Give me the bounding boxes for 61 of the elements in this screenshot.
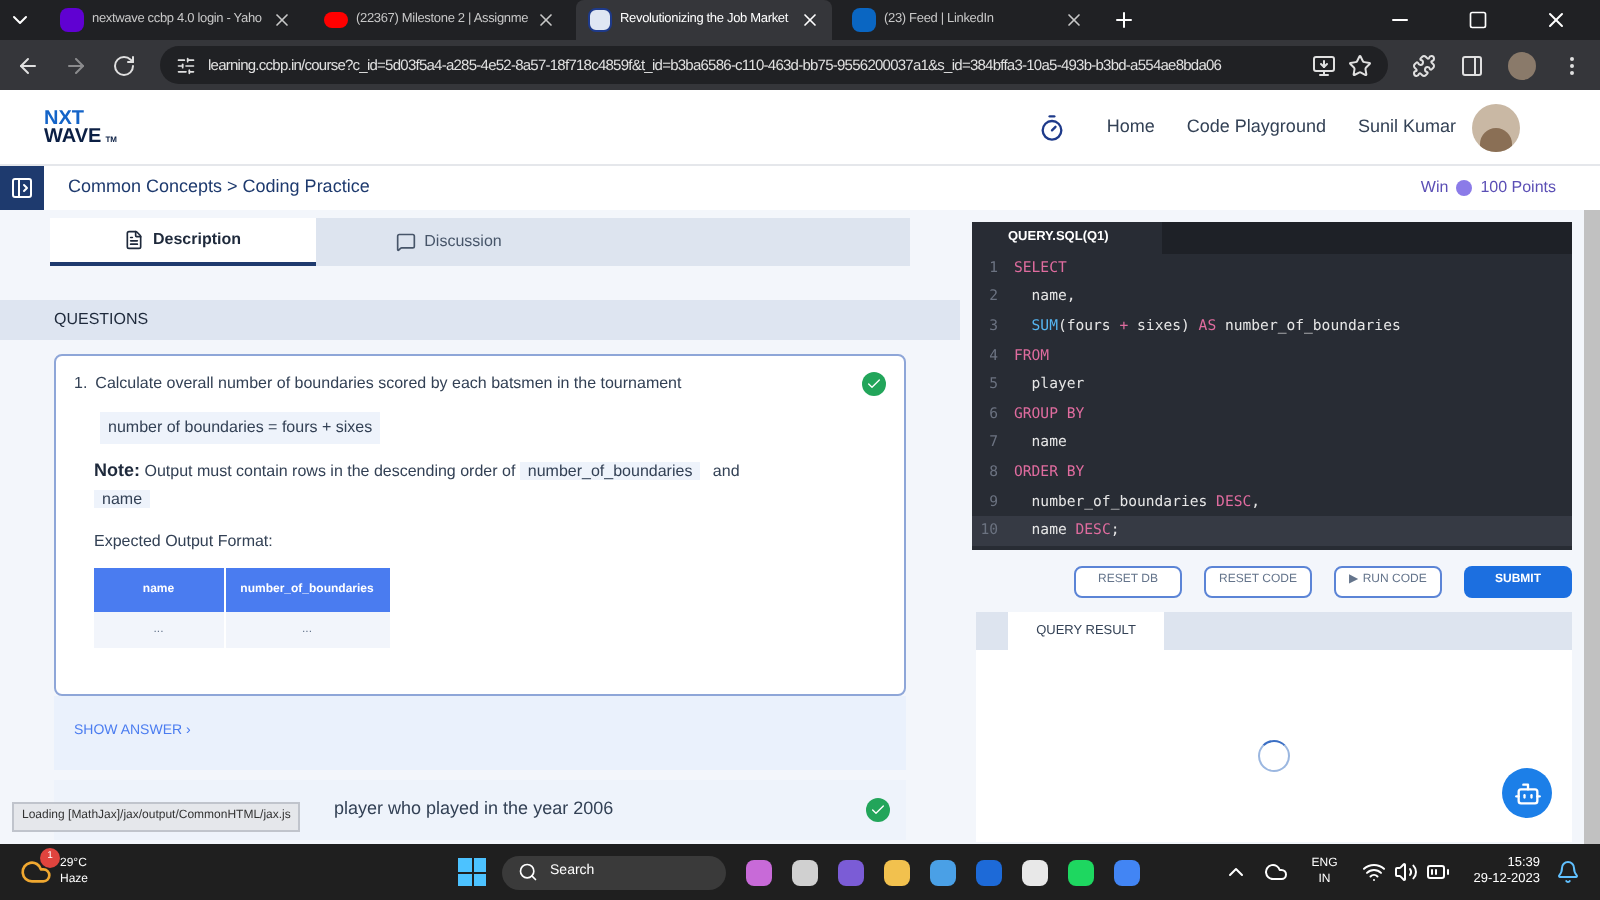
sidebar-toggle-button[interactable] [0, 166, 44, 210]
page-icon [588, 8, 612, 32]
inline-code: number_of_boundaries [519, 462, 701, 480]
app-icon[interactable] [1068, 859, 1095, 885]
profile-avatar[interactable] [1508, 51, 1536, 79]
formula-code: number of boundaries = fours + sixes [100, 412, 381, 444]
side-panel-icon[interactable] [1460, 53, 1484, 77]
cloud-icon[interactable] [1263, 860, 1288, 884]
coin-icon [1456, 180, 1473, 196]
reload-icon[interactable] [112, 53, 136, 77]
nav-link[interactable]: Home [1106, 113, 1155, 141]
chatbot-button[interactable] [1502, 768, 1552, 818]
extensions-icon[interactable] [1412, 53, 1436, 77]
nav-link[interactable]: Code Playground [1186, 113, 1326, 141]
close-icon[interactable] [536, 10, 557, 30]
youtube-icon [324, 12, 348, 28]
win-label: Win [1420, 176, 1449, 200]
battery-icon[interactable] [1425, 860, 1450, 884]
document-icon [124, 230, 145, 250]
notification-bell-icon[interactable] [1556, 860, 1580, 884]
search-icon [518, 862, 539, 882]
inline-code: name [94, 490, 151, 508]
timer-icon[interactable] [1038, 113, 1067, 141]
question-text: Calculate overall number of boundaries scored by each batsmen in the tournament [95, 372, 684, 396]
site-settings-icon[interactable] [176, 55, 196, 75]
app-icon[interactable] [884, 859, 911, 885]
tab[interactable]: Discussion [316, 218, 582, 266]
chat-icon [396, 232, 417, 252]
weather-icon [20, 856, 52, 888]
robot-icon [1513, 779, 1541, 807]
format-label: Expected Output Format: [94, 530, 275, 554]
close-icon[interactable] [1064, 10, 1084, 30]
volume-icon[interactable] [1393, 860, 1418, 884]
note-and: and [712, 462, 740, 480]
close-icon[interactable] [272, 10, 292, 30]
close-icon[interactable] [1544, 8, 1568, 32]
points-value: 100 Points [1480, 176, 1556, 200]
linkedin-icon [852, 8, 876, 32]
install-icon[interactable] [1312, 53, 1336, 77]
breadcrumb: Common Concepts > Coding Practice [68, 174, 370, 201]
maximize-icon[interactable] [1468, 10, 1488, 30]
sidebar-icon [10, 176, 34, 200]
note-text: Output must contain rows in the descending order of [144, 462, 516, 480]
question-text: player who played in the year 2006 [334, 796, 616, 823]
loading-spinner [1258, 740, 1290, 772]
question-number: 1. [74, 372, 88, 396]
back-icon[interactable] [16, 53, 40, 77]
new-tab-icon[interactable] [1112, 8, 1136, 32]
scrollbar[interactable] [1584, 210, 1600, 844]
tab[interactable]: Description [50, 218, 316, 266]
close-icon[interactable] [800, 10, 820, 30]
user-name[interactable]: Sunil Kumar [1357, 113, 1456, 141]
start-icon[interactable] [458, 858, 487, 886]
yahoo-icon [60, 8, 84, 32]
section-header: QUESTIONS [0, 300, 960, 340]
app-icon[interactable] [792, 859, 819, 885]
user-avatar[interactable] [1472, 103, 1520, 151]
app-icon[interactable] [1022, 859, 1049, 885]
note-label: Note: [94, 460, 140, 480]
app-icon[interactable] [930, 859, 957, 885]
bookmark-star-icon[interactable] [1348, 53, 1372, 77]
